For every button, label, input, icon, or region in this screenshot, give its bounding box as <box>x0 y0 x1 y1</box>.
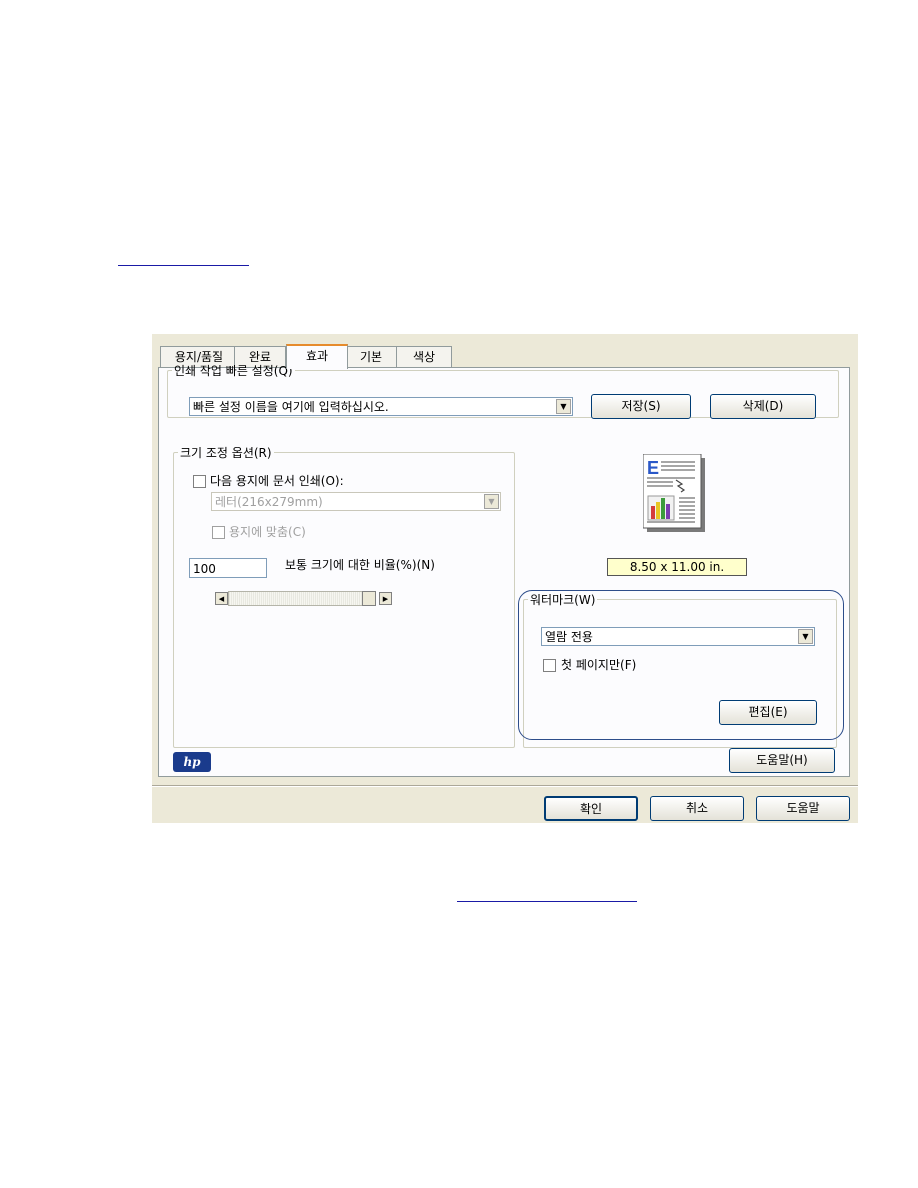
ok-button[interactable]: 확인 <box>544 796 638 821</box>
watermark-highlight-ring <box>518 590 844 740</box>
document-preview-icon: E <box>642 453 705 532</box>
scale-percent-label: 보통 크기에 대한 비율(%)(N) <box>285 558 435 572</box>
paper-size-value: 레터(216x279mm) <box>215 495 323 509</box>
printer-properties-dialog: 용지/품질 완료 효과 기본 색상 인쇄 작업 빠른 설정(Q) 빠른 설정 이… <box>152 334 858 823</box>
paper-size-select[interactable]: 레터(216x279mm) ▼ <box>211 492 501 511</box>
delete-quick-set-button[interactable]: 삭제(D) <box>710 394 816 419</box>
quick-set-dropdown-arrow-icon[interactable]: ▼ <box>556 399 571 414</box>
paper-size-readout: 8.50 x 11.00 in. <box>607 558 747 576</box>
quick-set-name-value: 빠른 설정 이름을 여기에 입력하십시오. <box>193 400 389 414</box>
hp-logo: hp <box>173 752 211 772</box>
cancel-button[interactable]: 취소 <box>650 796 744 821</box>
tab-effects[interactable]: 효과 <box>286 344 348 369</box>
quick-set-legend: 인쇄 작업 빠른 설정(Q) <box>174 364 293 378</box>
slider-thumb[interactable] <box>362 591 376 606</box>
quick-set-name-input[interactable]: 빠른 설정 이름을 여기에 입력하십시오. ▼ <box>189 397 573 416</box>
scale-percent-value: 100 <box>193 562 216 576</box>
document-link-underline[interactable] <box>118 265 249 266</box>
footer-separator <box>152 785 858 787</box>
print-on-paper-label: 다음 용지에 문서 인쇄(O): <box>210 474 344 488</box>
svg-text:E: E <box>647 458 659 478</box>
resize-options-legend: 크기 조정 옵션(R) <box>180 446 272 460</box>
print-on-paper-checkbox[interactable] <box>193 475 206 488</box>
footer-help-button[interactable]: 도움말 <box>756 796 850 821</box>
slider-right-arrow-icon[interactable]: ▶ <box>379 592 392 605</box>
save-quick-set-button[interactable]: 저장(S) <box>591 394 691 419</box>
scale-percent-input[interactable]: 100 <box>189 558 267 578</box>
scale-slider[interactable] <box>228 591 376 606</box>
slider-left-arrow-icon[interactable]: ◀ <box>215 592 228 605</box>
paper-size-dropdown-arrow-icon[interactable]: ▼ <box>484 494 499 509</box>
fit-to-paper-label: 용지에 맞춤(C) <box>229 525 306 539</box>
page-preview-image: E <box>642 453 709 534</box>
help-button[interactable]: 도움말(H) <box>729 748 835 773</box>
document-link-underline-bottom[interactable] <box>457 901 637 902</box>
fit-to-paper-checkbox[interactable] <box>212 526 225 539</box>
